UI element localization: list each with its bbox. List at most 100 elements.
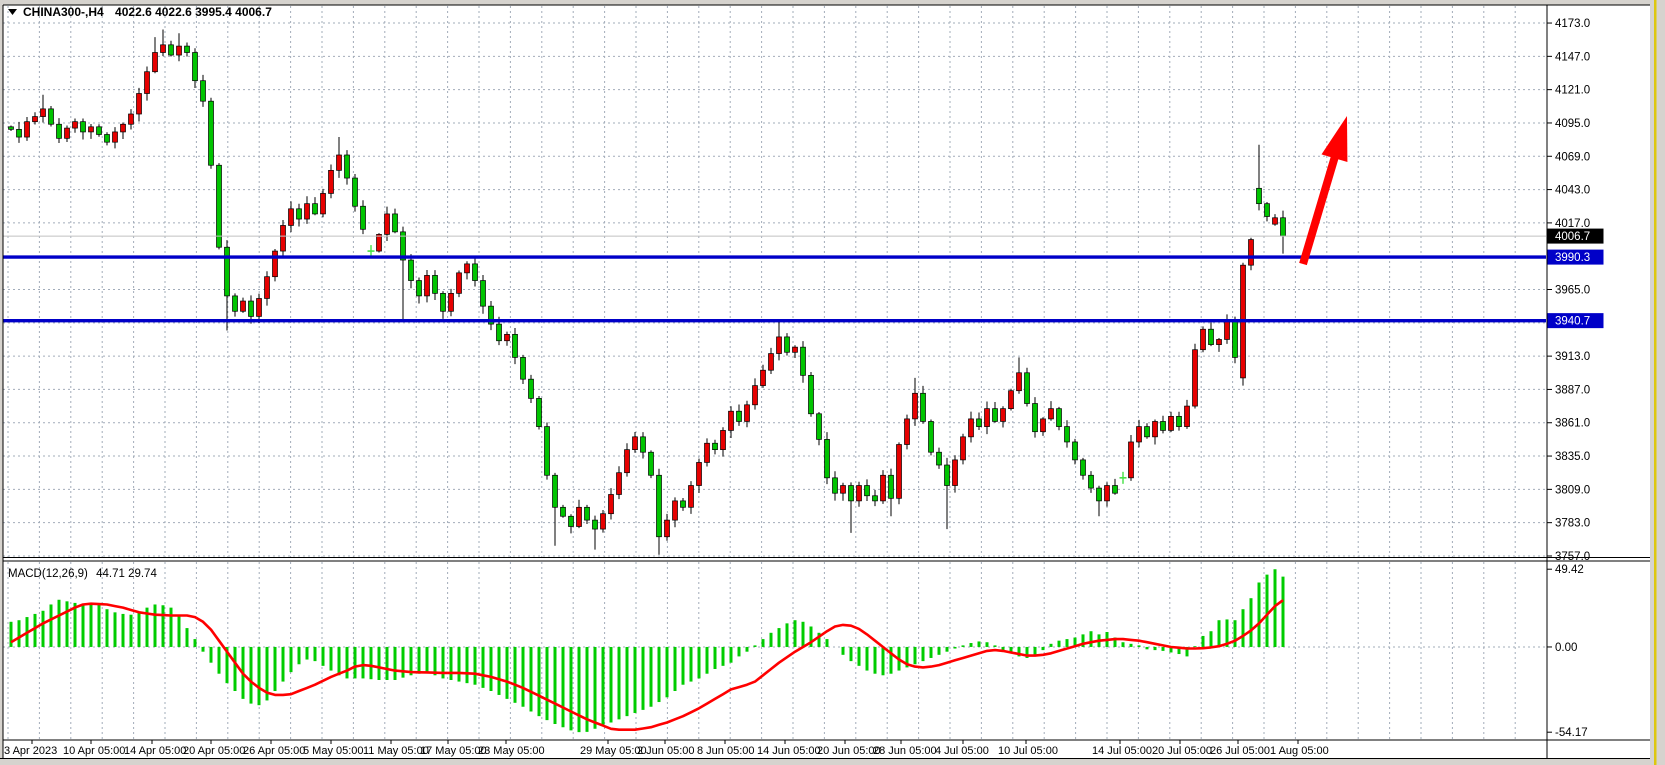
candle-down	[1089, 475, 1094, 488]
candle-down	[409, 260, 414, 280]
candle-down	[889, 475, 894, 498]
price-tick-label: 4121.0	[1555, 85, 1590, 97]
candle-down	[57, 124, 62, 138]
candle-up	[601, 514, 606, 529]
candle-down	[1281, 218, 1286, 236]
candle-up	[137, 93, 142, 113]
candle-up	[881, 475, 886, 501]
candle-up	[633, 437, 638, 450]
candle-down	[417, 281, 422, 296]
candle-down	[209, 101, 214, 165]
candle-down	[937, 452, 942, 465]
candle-up	[65, 128, 70, 138]
candle-up	[33, 117, 38, 122]
candle-up	[609, 494, 614, 513]
candle-up	[1217, 339, 1222, 344]
price-tick-label: 3887.0	[1555, 384, 1590, 396]
candle-down	[649, 452, 654, 475]
candle-down	[441, 293, 446, 311]
chart-title: CHINA300-,H4 4022.6 4022.6 3995.4 4006.7	[8, 5, 272, 19]
candle-down	[553, 475, 558, 507]
candle-up	[1049, 409, 1054, 419]
candle-up	[41, 109, 46, 117]
candle-up	[577, 507, 582, 526]
date-tick-label: 5 May 05:00	[303, 745, 364, 757]
macd-tick-label: 49.42	[1555, 564, 1584, 576]
candle-up	[289, 209, 294, 226]
support-price-badge-label: 3940.7	[1555, 316, 1590, 328]
candle-up	[721, 430, 726, 449]
candle-down	[1113, 486, 1118, 494]
date-tick-label: 14 Jun 05:00	[757, 745, 821, 757]
candle-up	[905, 419, 910, 445]
candle-down	[481, 281, 486, 307]
macd-tick-label: -54.17	[1555, 727, 1588, 739]
candle-down	[185, 46, 190, 52]
candle-up	[953, 460, 958, 486]
candle-up	[1105, 486, 1110, 501]
candle-up	[665, 520, 670, 537]
candle-down	[561, 507, 566, 516]
candle-up	[777, 337, 782, 354]
price-tick-label: 4147.0	[1555, 51, 1590, 63]
candle-down	[1057, 409, 1062, 427]
candle-up	[377, 234, 382, 251]
candle-down	[1033, 404, 1038, 432]
price-tick-label: 4095.0	[1555, 118, 1590, 130]
date-tick-label: 26 Jul 05:00	[1210, 745, 1270, 757]
macd-indicator-label: MACD(12,26,9) 44.71 29.74	[8, 568, 157, 580]
macd-name: MACD(12,26,9)	[8, 568, 88, 580]
price-tick-label: 3783.0	[1555, 518, 1590, 530]
candle-down	[393, 214, 398, 232]
candle-up	[425, 275, 430, 295]
candle-down	[1257, 188, 1262, 203]
candle-down	[313, 204, 318, 214]
candle-up	[265, 277, 270, 299]
candle-down	[97, 127, 102, 135]
candle-down	[825, 439, 830, 477]
candle-down	[569, 516, 574, 526]
macd-tick-label: 0.00	[1555, 642, 1577, 654]
candle-up	[1273, 218, 1278, 224]
candle-down	[1145, 427, 1150, 437]
symbol-period-label: CHINA300-,H4	[23, 5, 104, 19]
candle-down	[537, 398, 542, 426]
candle-down	[81, 122, 86, 132]
date-tick-label: 28 Jun 05:00	[873, 745, 937, 757]
candle-up	[689, 486, 694, 508]
candle-down	[873, 496, 878, 501]
window-edge-highlight	[1654, 0, 1657, 765]
candle-up	[457, 273, 462, 293]
date-tick-label: 10 Jul 05:00	[998, 745, 1058, 757]
candle-up	[321, 193, 326, 213]
candle-down	[641, 437, 646, 452]
candle-down	[1073, 442, 1078, 460]
candle-down	[1161, 421, 1166, 430]
candle-down	[817, 414, 822, 440]
candle-up	[337, 155, 342, 170]
candle-up	[73, 122, 78, 128]
candle-up	[153, 53, 158, 72]
date-tick-label: 8 Jun 05:00	[697, 745, 755, 757]
candle-up	[769, 354, 774, 371]
candle-up	[705, 443, 710, 462]
candle-down	[297, 209, 302, 219]
candle-down	[1233, 322, 1238, 358]
candle-up	[257, 298, 262, 316]
date-tick-label: 20 Jun 05:00	[817, 745, 881, 757]
candle-down	[801, 347, 806, 375]
candle-up	[329, 170, 334, 193]
window-edge	[1650, 0, 1665, 765]
candle-up	[1137, 427, 1142, 442]
candle-up	[793, 347, 798, 352]
candle-up	[1009, 391, 1014, 409]
candle-up	[161, 45, 166, 53]
candle-up	[241, 301, 246, 311]
candle-up	[1185, 406, 1190, 426]
candle-up	[129, 114, 134, 124]
price-tick-label: 4173.0	[1555, 18, 1590, 30]
candle-up	[465, 264, 470, 273]
candle-down	[217, 165, 222, 247]
candle-down	[513, 334, 518, 357]
candle-up	[969, 419, 974, 437]
